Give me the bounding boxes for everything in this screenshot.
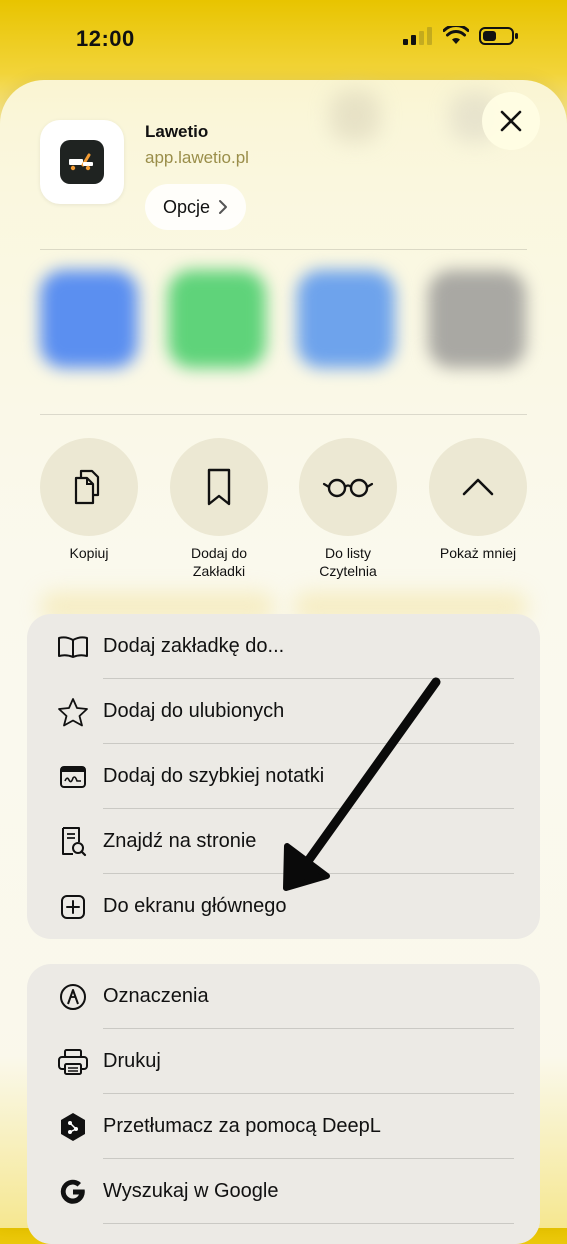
- status-icons: [403, 26, 519, 46]
- row-divider: [103, 1223, 514, 1224]
- menu-group-secondary: Oznaczenia Drukuj Przetłumacz za pomocą …: [27, 964, 540, 1244]
- status-time: 12:00: [76, 26, 135, 51]
- menu-item-google-search[interactable]: Wyszukaj w Google: [27, 1159, 540, 1224]
- close-icon: [500, 110, 522, 132]
- options-button[interactable]: Opcje: [145, 184, 247, 230]
- action-reading-list-circle[interactable]: [299, 438, 397, 536]
- google-icon: [60, 1179, 85, 1204]
- menu-item-add-to-favorites[interactable]: Dodaj do ulubionych: [27, 679, 540, 744]
- share-target-app[interactable]: [40, 270, 138, 368]
- menu-group-primary: Dodaj zakładkę do... Dodaj do ulubionych…: [27, 614, 540, 939]
- status-bar: 12:00: [0, 0, 567, 80]
- menu-item-add-to-home-screen[interactable]: Do ekranu głównego: [27, 874, 540, 939]
- menu-item-label: Dodaj do szybkiej notatki: [103, 765, 325, 787]
- share-sheet: Lawetio app.lawetio.pl Opcje Kopiuj Doda…: [0, 80, 567, 1244]
- chevron-up-icon: [462, 478, 494, 496]
- action-label: Do listy Czytelnia: [319, 545, 377, 579]
- action-copy-circle[interactable]: [40, 438, 138, 536]
- glasses-icon: [322, 478, 374, 498]
- book-icon: [58, 635, 88, 658]
- action-copy[interactable]: Kopiuj: [40, 438, 138, 562]
- menu-item-quick-note[interactable]: Dodaj do szybkiej notatki: [27, 744, 540, 809]
- bookmark-icon: [207, 468, 231, 506]
- action-show-less[interactable]: Pokaż mniej: [429, 438, 527, 562]
- markup-icon: [60, 983, 86, 1010]
- menu-item-label: Dodaj zakładkę do...: [103, 635, 285, 657]
- menu-item-print[interactable]: Drukuj: [27, 1029, 540, 1094]
- divider: [40, 414, 527, 415]
- menu-item-label: Do ekranu głównego: [103, 895, 287, 917]
- divider: [40, 249, 527, 250]
- action-add-bookmark[interactable]: Dodaj do Zakładki: [170, 438, 268, 580]
- share-target-app[interactable]: [428, 270, 526, 368]
- menu-item-label: Drukuj: [103, 1050, 161, 1072]
- menu-item-label: Znajdź na stronie: [103, 830, 257, 852]
- app-name: Lawetio: [145, 122, 209, 141]
- menu-item-label: Dodaj do ulubionych: [103, 700, 285, 722]
- action-reading-list[interactable]: Do listy Czytelnia: [299, 438, 397, 580]
- cellular-signal-icon: [403, 27, 432, 45]
- add-square-icon: [61, 894, 85, 919]
- wifi-icon: [443, 26, 469, 44]
- menu-item-label: Przetłumacz za pomocą DeepL: [103, 1115, 381, 1137]
- menu-item-label: Oznaczenia: [103, 985, 209, 1007]
- action-label: Pokaż mniej: [439, 545, 517, 561]
- star-icon: [58, 697, 88, 726]
- menu-item-deepl-translate[interactable]: Przetłumacz za pomocą DeepL: [27, 1094, 540, 1159]
- battery-icon: [479, 27, 518, 45]
- share-target-app[interactable]: [168, 270, 266, 368]
- tow-truck-icon: [69, 153, 93, 171]
- printer-icon: [58, 1048, 88, 1075]
- options-label: Opcje: [163, 196, 211, 217]
- action-label: Kopiuj: [69, 545, 109, 561]
- menu-item-find-on-page[interactable]: Znajdź na stronie: [27, 809, 540, 874]
- close-button[interactable]: [482, 92, 540, 150]
- app-icon: [40, 120, 124, 204]
- deepl-icon: [61, 1112, 85, 1141]
- action-label: Dodaj do Zakładki: [190, 545, 248, 579]
- menu-item-label: Wyszukaj w Google: [103, 1180, 279, 1202]
- find-on-page-icon: [62, 826, 87, 856]
- menu-item-markup[interactable]: Oznaczenia: [27, 964, 540, 1029]
- menu-item-add-bookmark-to[interactable]: Dodaj zakładkę do...: [27, 614, 540, 679]
- action-row: Kopiuj Dodaj do Zakładki Do listy Czytel…: [40, 438, 527, 588]
- share-target-app[interactable]: [297, 270, 395, 368]
- action-add-bookmark-circle[interactable]: [170, 438, 268, 536]
- quick-note-icon: [60, 765, 86, 788]
- chevron-right-icon: [219, 200, 228, 214]
- copy-icon: [74, 469, 100, 505]
- action-show-less-circle[interactable]: [429, 438, 527, 536]
- app-url: app.lawetio.pl: [145, 148, 249, 167]
